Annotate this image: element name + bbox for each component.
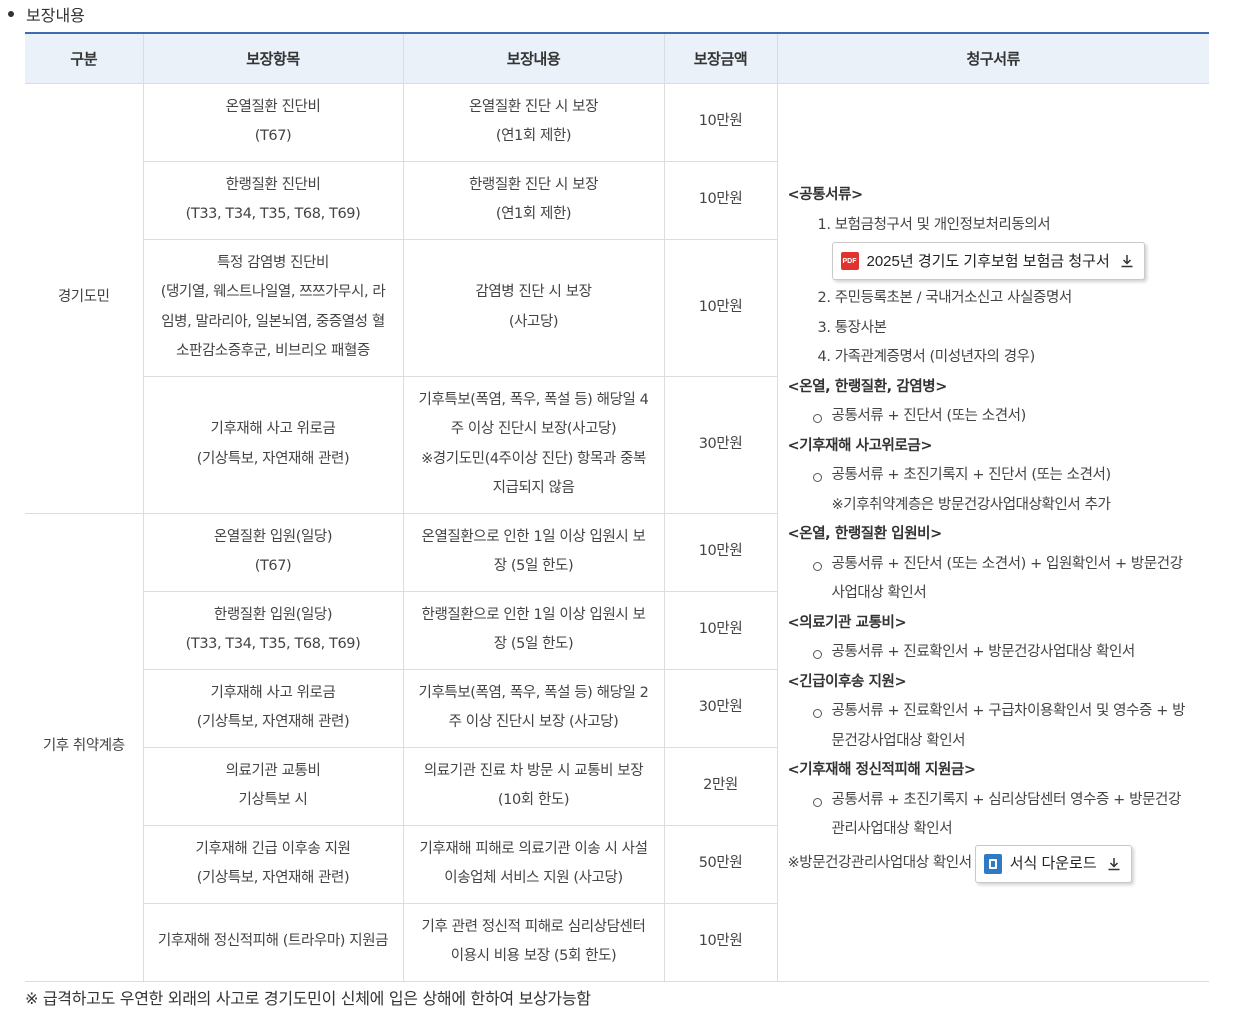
header-item: 보장항목 (142, 32, 403, 84)
pdf-button-label: 2025년 경기도 기후보험 보험금 청구서 (866, 252, 1110, 270)
coverage-item: 온열질환 입원(일당) (T67) (142, 513, 403, 592)
bullet-icon (8, 11, 14, 17)
pdf-icon: PDF (840, 252, 859, 271)
doc-common-1: 1. 보험금청구서 및 개인정보처리동의서 (817, 216, 1051, 233)
coverage-item: 의료기관 교통비 기상특보 시 (142, 747, 403, 826)
coverage-content: 온열질환 진단 시 보장 (연1회 제한) (402, 83, 664, 162)
doc-heading-hospitalization: <온열, 한랭질환 입원비> (787, 526, 943, 543)
coverage-item: 기후재해 긴급 이후송 지원 (기상특보, 자연재해 관련) (142, 825, 403, 904)
coverage-item: 기후재해 사고 위로금 (기상특보, 자연재해 관련) (142, 669, 403, 748)
coverage-item: 기후재해 사고 위로금 (기상특보, 자연재해 관련) (142, 376, 403, 514)
doc-transport: 공통서류 + 진료확인서 + 방문건강사업대상 확인서 (788, 638, 1202, 668)
doc-common-4: 4. 가족관계증명서 (미성년자의 경우) (817, 349, 1036, 366)
doc-hospitalization-cont: 사업대상 확인서 (831, 585, 927, 602)
coverage-content: 기후 관련 정신적 피해로 심리상담센터 이용시 비용 보장 (5회 한도) (402, 903, 664, 982)
coverage-item: 기후재해 정신적피해 (트라우마) 지원금 (142, 903, 403, 982)
doc-mental: 공통서류 + 초진기록지 + 심리상담센터 영수증 + 방문건강 (788, 786, 1202, 816)
coverage-amount: 10만원 (663, 513, 777, 592)
doc-diagnosis: 공통서류 + 진단서 (또는 소견서) (788, 402, 1202, 432)
coverage-item: 한랭질환 진단비 (T33, T34, T35, T68, T69) (142, 161, 403, 240)
coverage-content: 의료기관 진료 차 방문 시 교통비 보장 (10회 한도) (402, 747, 664, 826)
doc-heading-comfort: <기후재해 사고위로금> (787, 437, 933, 454)
header-amount: 보장금액 (663, 32, 777, 84)
doc-heading-mental: <기후재해 정신적피해 지원금> (787, 762, 976, 779)
footnote: ※ 급격하고도 우연한 외래의 사고로 경기도민이 신체에 입은 상해에 한하여… (25, 989, 591, 1008)
header-category: 구분 (25, 32, 143, 84)
table-row: 경기도민 온열질환 진단비 (T67) 온열질환 진단 시 보장 (연1회 제한) … (25, 83, 1209, 982)
coverage-amount: 10만원 (663, 83, 777, 162)
coverage-amount: 10만원 (663, 239, 777, 377)
coverage-item: 특정 감염병 진단비 (댕기열, 웨스트나일열, 쯔쯔가무시, 라 임병, 말라리아… (142, 239, 403, 377)
coverage-table: 구분 보장항목 보장내용 보장금액 청구서류 경기도민 온열질환 진단비 (T67… (25, 32, 1209, 982)
section-title-text: 보장내용 (26, 6, 85, 25)
coverage-amount: 30만원 (663, 376, 777, 514)
coverage-item: 온열질환 진단비 (T67) (142, 83, 403, 162)
coverage-amount: 10만원 (663, 161, 777, 240)
form-download-button[interactable]: 서식 다운로드 (974, 844, 1132, 883)
group-climate-vulnerable: 기후 취약계층 (25, 513, 143, 982)
doc-comfort: 공통서류 + 초진기록지 + 진단서 (또는 소견서) (788, 461, 1202, 491)
coverage-content: 기후특보(폭염, 폭우, 폭설 등) 해당일 4주 이상 진단시 보장(사고당)… (402, 376, 664, 514)
doc-heading-transport: <의료기관 교통비> (787, 614, 907, 631)
doc-common-3: 3. 통장사본 (817, 319, 887, 336)
doc-heading-emergency: <긴급이후송 지원> (787, 673, 907, 690)
doc-final-note: ※방문건강관리사업대상 확인서 (787, 855, 973, 871)
doc-mental-cont: 관리사업대상 확인서 (831, 821, 953, 838)
form-button-label: 서식 다운로드 (1009, 855, 1097, 873)
claim-documents: <공통서류> 1. 보험금청구서 및 개인정보처리동의서 PDF 2025년 경… (776, 83, 1209, 982)
coverage-content: 기후재해 피해로 의료기관 이송 시 사설 이송업체 서비스 지원 (사고당) (402, 825, 664, 904)
coverage-content: 한랭질환으로 인한 1일 이상 입원시 보장 (5일 한도) (402, 591, 664, 670)
doc-heading-common: <공통서류> (787, 187, 864, 204)
claim-form-pdf-download-button[interactable]: PDF 2025년 경기도 기후보험 보험금 청구서 (831, 242, 1145, 281)
coverage-amount: 2만원 (663, 747, 777, 826)
coverage-content: 온열질환으로 인한 1일 이상 입원시 보장 (5일 한도) (402, 513, 664, 592)
form-document-icon (983, 853, 1002, 874)
header-content: 보장내용 (402, 32, 664, 84)
header-documents: 청구서류 (776, 32, 1209, 84)
doc-common-2: 2. 주민등록초본 / 국내거소신고 사실증명서 (817, 290, 1073, 307)
download-icon (1121, 255, 1133, 268)
group-gyeonggi: 경기도민 (25, 83, 143, 514)
download-icon (1108, 857, 1120, 870)
coverage-content: 한랭질환 진단 시 보장 (연1회 제한) (402, 161, 664, 240)
coverage-item: 한랭질환 입원(일당) (T33, T34, T35, T68, T69) (142, 591, 403, 670)
doc-hospitalization: 공통서류 + 진단서 (또는 소견서) + 입원확인서 + 방문건강 (788, 550, 1202, 580)
coverage-amount: 30만원 (663, 669, 777, 748)
doc-emergency: 공통서류 + 진료확인서 + 구급차이용확인서 및 영수증 + 방 (788, 697, 1202, 727)
coverage-amount: 10만원 (663, 903, 777, 982)
coverage-content: 기후특보(폭염, 폭우, 폭설 등) 해당일 2주 이상 진단시 보장 (사고당… (402, 669, 664, 748)
table-header-row: 구분 보장항목 보장내용 보장금액 청구서류 (25, 32, 1209, 84)
section-title: 보장내용 (8, 3, 85, 25)
coverage-amount: 10만원 (663, 591, 777, 670)
doc-emergency-cont: 문건강사업대상 확인서 (831, 732, 966, 749)
doc-comfort-note: ※기후취약계층은 방문건강사업대상확인서 추가 (831, 496, 1111, 513)
coverage-amount: 50만원 (663, 825, 777, 904)
coverage-content: 감염병 진단 시 보장 (사고당) (402, 239, 664, 377)
doc-heading-diagnosis: <온열, 한랭질환, 감염병> (787, 378, 948, 395)
